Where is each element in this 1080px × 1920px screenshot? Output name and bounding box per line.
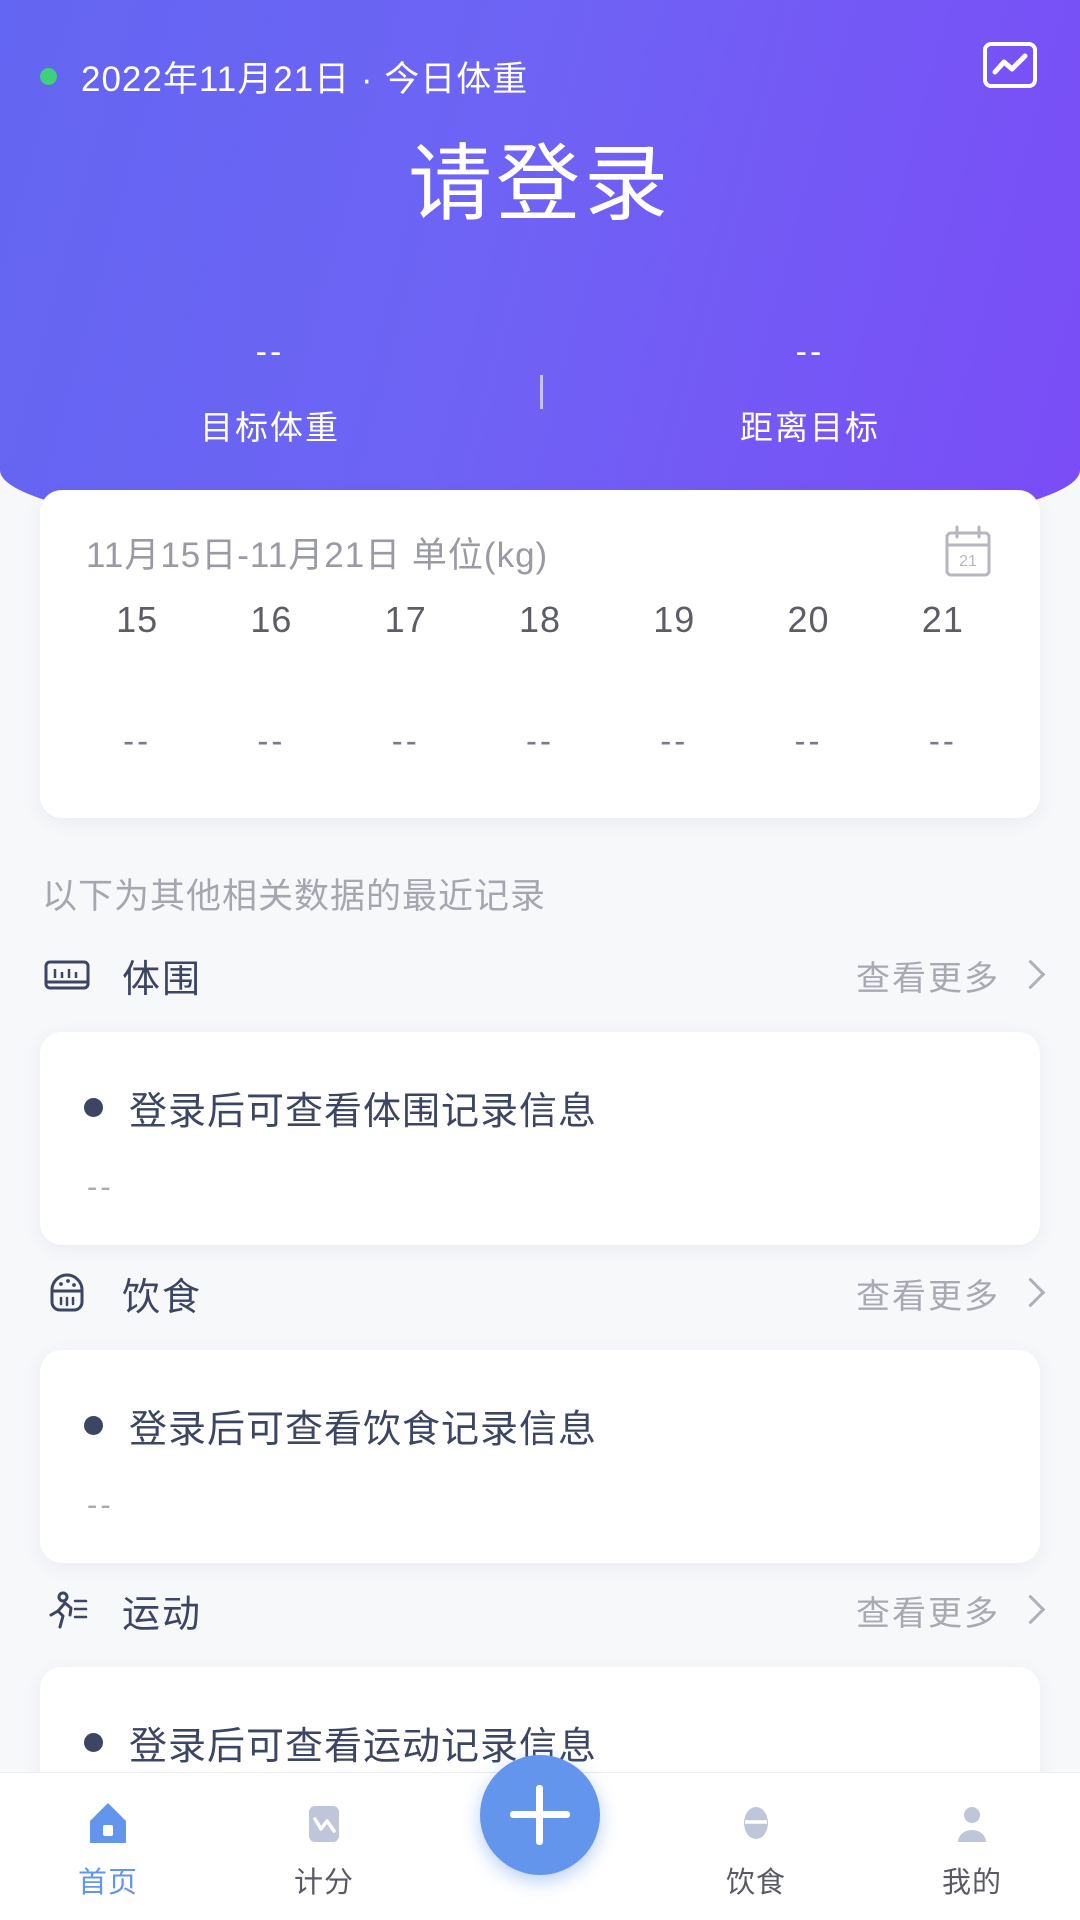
record-text: 登录后可查看饮食记录信息 <box>129 1409 598 1451</box>
stat-label: 距离目标 <box>740 409 880 446</box>
weight-value: -- <box>660 722 689 759</box>
group-title: 饮食 <box>122 1276 203 1319</box>
stat-value: -- <box>255 333 285 371</box>
weight-value: -- <box>928 722 957 759</box>
weight-date-range: 11月15日-11月21日 单位(kg) <box>86 535 549 575</box>
weight-value: -- <box>257 722 286 759</box>
header-date-title: 2022年11月21日 · 今日体重 <box>81 59 529 99</box>
weight-day-cell[interactable]: 21 -- <box>876 599 1010 759</box>
view-more-button[interactable]: 查看更多 <box>856 1269 1038 1318</box>
view-more-label: 查看更多 <box>856 959 1000 998</box>
hero-header: 2022年11月21日 · 今日体重 请登录 -- 目标体重 -- 距离目标 <box>0 0 1080 545</box>
tab-score[interactable]: 计分 <box>216 1773 432 1920</box>
tab-home[interactable]: 首页 <box>0 1773 216 1920</box>
stat-target-weight: -- 目标体重 <box>0 335 540 449</box>
group-header[interactable]: 运动 查看更多 <box>0 1575 1080 1645</box>
group-header[interactable]: 体围 查看更多 <box>0 940 1080 1010</box>
record-line: 登录后可查看饮食记录信息 <box>84 1398 996 1453</box>
weight-day-label: 19 <box>653 599 696 640</box>
view-more-label: 查看更多 <box>856 1594 1000 1633</box>
record-subvalue: -- <box>87 1487 114 1522</box>
diet-icon <box>730 1795 782 1851</box>
page-title[interactable]: 请登录 <box>0 137 1080 231</box>
measuring-tape-icon <box>42 950 92 1000</box>
add-record-button[interactable] <box>480 1755 600 1875</box>
weight-week-grid: 15 -- 16 -- 17 -- 18 -- 19 -- 20 -- 21 -… <box>70 599 1010 759</box>
bullet-icon <box>84 1416 103 1435</box>
calendar-day-number: 21 <box>959 553 977 570</box>
bullet-icon <box>84 1098 103 1117</box>
record-line: 登录后可查看体围记录信息 <box>84 1080 996 1135</box>
hero-stats: -- 目标体重 -- 距离目标 <box>0 335 1080 449</box>
tab-label: 饮食 <box>725 1867 786 1899</box>
weight-day-cell[interactable]: 17 -- <box>339 599 473 759</box>
weight-day-label: 20 <box>787 599 830 640</box>
bullet-icon <box>84 1733 103 1752</box>
weight-days-row: 15 -- 16 -- 17 -- 18 -- 19 -- 20 -- 21 -… <box>70 599 1010 759</box>
weight-value: -- <box>525 722 554 759</box>
weight-day-label: 15 <box>116 599 159 640</box>
tab-profile[interactable]: 我的 <box>864 1773 1080 1920</box>
running-person-icon <box>42 1585 92 1635</box>
score-chart-icon <box>298 1795 350 1851</box>
bottom-navigation: 首页 计分 饮食 我的 <box>0 1755 1080 1920</box>
group-title: 运动 <box>122 1593 203 1636</box>
weight-value: -- <box>794 722 823 759</box>
stats-divider <box>540 375 543 409</box>
header-topbar: 2022年11月21日 · 今日体重 <box>0 46 1080 106</box>
view-more-label: 查看更多 <box>856 1277 1000 1316</box>
tab-diet[interactable]: 饮食 <box>648 1773 864 1920</box>
weight-day-cell[interactable]: 16 -- <box>204 599 338 759</box>
tab-label: 计分 <box>293 1867 354 1899</box>
stat-label: 目标体重 <box>200 409 340 446</box>
weight-day-label: 17 <box>384 599 427 640</box>
section-note: 以下为其他相关数据的最近记录 <box>42 877 547 916</box>
weight-day-label: 18 <box>518 599 561 640</box>
weight-day-cell[interactable]: 15 -- <box>70 599 204 759</box>
plus-icon <box>510 1785 570 1845</box>
chevron-right-icon <box>1020 1595 1038 1625</box>
weight-card-header: 11月15日-11月21日 单位(kg) 21 <box>86 524 994 580</box>
weight-day-cell[interactable]: 19 -- <box>607 599 741 759</box>
record-subvalue: -- <box>87 1169 114 1204</box>
weight-value: -- <box>123 722 152 759</box>
tab-label: 首页 <box>77 1867 138 1899</box>
group-diet: 饮食 查看更多 登录后可查看饮食记录信息 -- <box>0 1258 1080 1563</box>
tab-add[interactable] <box>432 1755 648 1920</box>
group-title: 体围 <box>122 958 203 1001</box>
record-card[interactable]: 登录后可查看体围记录信息 -- <box>40 1032 1040 1245</box>
trend-chart-icon[interactable] <box>982 40 1038 90</box>
person-icon <box>946 1795 998 1851</box>
weight-day-label: 21 <box>921 599 964 640</box>
view-more-button[interactable]: 查看更多 <box>856 1586 1038 1635</box>
group-header[interactable]: 饮食 查看更多 <box>0 1258 1080 1328</box>
chevron-right-icon <box>1020 960 1038 990</box>
stat-value: -- <box>795 333 825 371</box>
weight-day-label: 16 <box>250 599 293 640</box>
food-bowl-icon <box>42 1268 92 1318</box>
app-root: 2022年11月21日 · 今日体重 请登录 -- 目标体重 -- 距离目标 1… <box>0 0 1080 1920</box>
weight-chart-card[interactable]: 11月15日-11月21日 单位(kg) 21 15 -- 16 -- 17 -… <box>40 490 1040 818</box>
stat-distance-to-goal: -- 距离目标 <box>540 335 1080 449</box>
tab-label: 我的 <box>941 1867 1002 1899</box>
group-body-measurements: 体围 查看更多 登录后可查看体围记录信息 -- <box>0 940 1080 1245</box>
record-text: 登录后可查看体围记录信息 <box>129 1091 598 1133</box>
view-more-button[interactable]: 查看更多 <box>856 951 1038 1000</box>
chevron-right-icon <box>1020 1278 1038 1308</box>
home-icon <box>82 1795 134 1851</box>
weight-day-cell[interactable]: 20 -- <box>741 599 875 759</box>
weight-day-cell[interactable]: 18 -- <box>473 599 607 759</box>
calendar-icon[interactable]: 21 <box>942 524 994 580</box>
weight-value: -- <box>391 722 420 759</box>
status-dot-icon <box>40 67 57 85</box>
record-card[interactable]: 登录后可查看饮食记录信息 -- <box>40 1350 1040 1563</box>
